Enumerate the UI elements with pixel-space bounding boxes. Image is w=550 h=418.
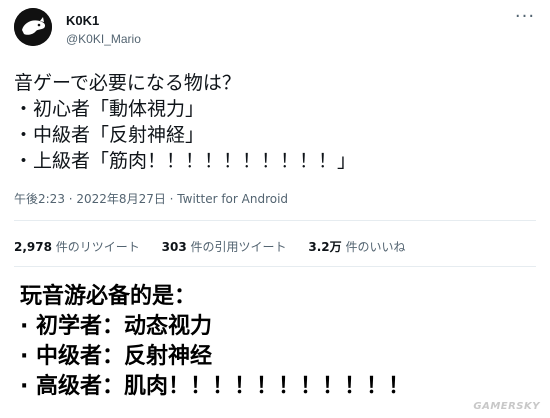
caption-line: · 高级者：肌肉！！！！！！！！！！！ (20, 374, 411, 399)
tweet-source[interactable]: Twitter for Android (177, 192, 288, 206)
retweet-count[interactable]: 2,978 件のリツイート (14, 238, 140, 255)
stat-count: 303 (161, 240, 187, 254)
stat-count: 3.2万 (308, 240, 342, 254)
divider (14, 266, 536, 267)
tweet-text: 音ゲーで必要になる物は？ ・初心者「動体視力」 ・中級者「反射神経」 ・上級者「… (14, 70, 534, 174)
tweet-stats: 2,978 件のリツイート 303 件の引用ツイート 3.2万 件のいいね (14, 238, 423, 255)
tweet-text-line: 音ゲーで必要になる物は？ (14, 72, 241, 94)
avatar-dolphin-icon (14, 8, 52, 46)
caption-line: · 初学者：动态视力 (20, 314, 213, 339)
avatar[interactable] (14, 8, 52, 46)
caption-line: · 中级者：反射神经 (20, 344, 213, 369)
stat-count: 2,978 (14, 240, 52, 254)
tweet-card: K0K1 @K0KI_Mario ··· 音ゲーで必要になる物は？ ・初心者「動… (0, 0, 550, 270)
tweet-text-line: ・初心者「動体視力」 (14, 98, 205, 120)
tweet-text-line: ・中級者「反射神経」 (14, 124, 205, 146)
divider (14, 220, 536, 221)
caption-line: 玩音游必备的是： (20, 284, 197, 309)
display-name[interactable]: K0K1 (66, 13, 99, 28)
quote-tweet-count[interactable]: 303 件の引用ツイート (162, 238, 287, 255)
stat-label: 件のリツイート (55, 240, 140, 254)
tweet-text-line: ・上級者「筋肉！！！！！！！！！！」 (14, 150, 357, 172)
tweet-meta: 午後2:23 · 2022年8月27日 · Twitter for Androi… (14, 190, 288, 207)
more-options-icon[interactable]: ··· (514, 8, 536, 26)
stat-label: 件のいいね (345, 240, 406, 254)
stat-label: 件の引用ツイート (190, 240, 287, 254)
tweet-timestamp[interactable]: 午後2:23 · 2022年8月27日 · (14, 192, 173, 206)
like-count[interactable]: 3.2万 件のいいね (308, 238, 405, 255)
translation-caption: 玩音游必备的是： · 初学者：动态视力 · 中级者：反射神经 · 高级者：肌肉！… (20, 282, 540, 402)
watermark: GAMERSKY (473, 401, 540, 412)
user-handle[interactable]: @K0KI_Mario (66, 32, 141, 46)
